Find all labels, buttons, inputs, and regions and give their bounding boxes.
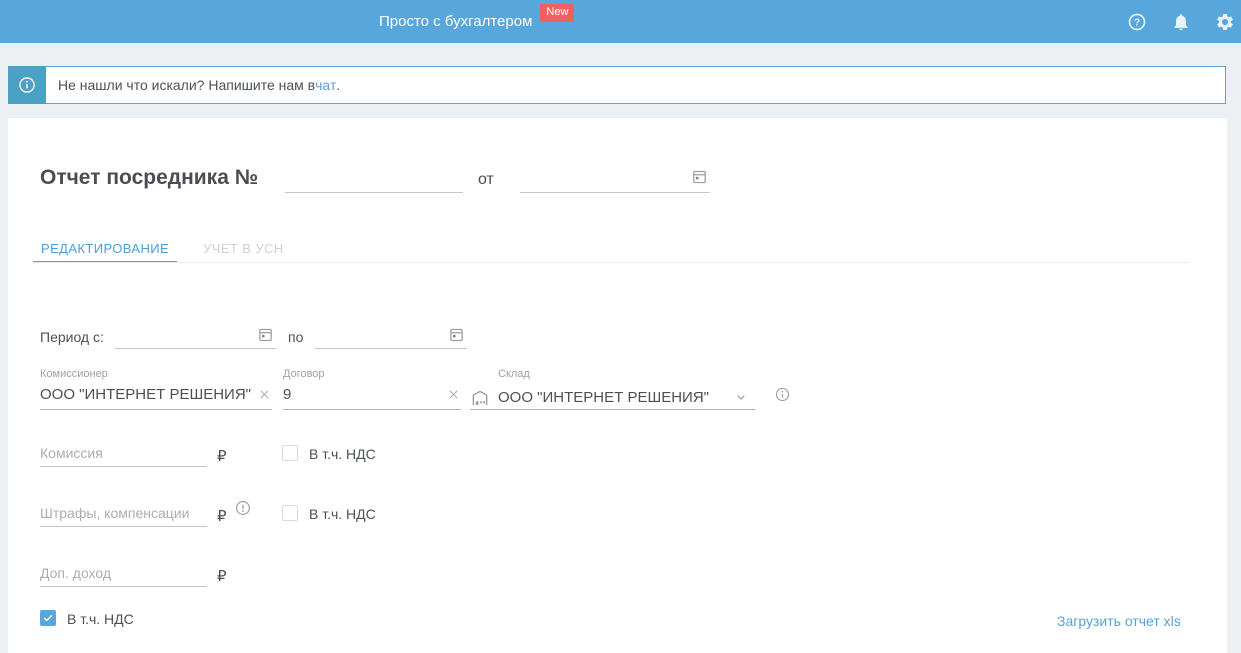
period-from-input[interactable]	[115, 327, 276, 349]
info-banner-accent	[8, 66, 46, 104]
header-actions: ?	[1127, 0, 1235, 43]
upload-xls-link[interactable]: Загрузить отчет xls	[1057, 613, 1181, 629]
svg-text:?: ?	[1134, 17, 1140, 28]
ruble-sign: ₽	[217, 567, 227, 585]
tab-editing[interactable]: РЕДАКТИРОВАНИЕ	[33, 241, 178, 263]
contract-label: Договор	[283, 368, 325, 380]
gear-icon[interactable]	[1215, 12, 1235, 32]
period-label: Период с:	[40, 329, 104, 345]
warehouse-select[interactable]: ООО "ИНТЕРНЕТ РЕШЕНИЯ"	[470, 386, 755, 410]
info-banner-text: Не нашли что искали? Напишите нам в чат.	[46, 66, 1226, 104]
commissioner-field: Комиссионер	[40, 368, 272, 410]
extra-income-input[interactable]	[40, 565, 207, 587]
total-vat-checkbox[interactable]	[40, 610, 56, 626]
commission-vat-checkbox[interactable]	[282, 445, 298, 461]
ruble-sign: ₽	[217, 507, 227, 525]
commission-vat-label: В т.ч. НДС	[309, 446, 376, 462]
penalties-vat-checkbox[interactable]	[282, 505, 298, 521]
check-icon	[43, 615, 53, 622]
info-banner: Не нашли что искали? Напишите нам в чат.	[8, 66, 1226, 104]
warehouse-icon	[472, 390, 488, 405]
period-from-field	[115, 327, 276, 349]
warehouse-value: ООО "ИНТЕРНЕТ РЕШЕНИЯ"	[498, 389, 709, 406]
chevron-down-icon[interactable]	[733, 389, 749, 405]
warehouse-label: Склад	[498, 368, 530, 380]
tabs-divider	[33, 262, 1190, 263]
chat-link[interactable]: чат	[315, 77, 336, 93]
penalties-input[interactable]	[40, 505, 207, 527]
app-title: Просто с бухгалтером	[379, 13, 533, 30]
commissioner-input[interactable]	[40, 386, 272, 403]
info-icon	[19, 77, 35, 93]
page-title: Отчет посредника №	[40, 166, 259, 189]
tab-bar: РЕДАКТИРОВАНИЕ УЧЕТ В УСН	[33, 241, 292, 263]
calendar-icon[interactable]	[448, 326, 465, 343]
commissioner-label: Комиссионер	[40, 368, 108, 380]
report-date-input[interactable]	[520, 170, 710, 193]
warehouse-info-icon[interactable]	[774, 386, 791, 403]
report-date-prefix: от	[478, 171, 494, 188]
report-card: Отчет посредника № от РЕДАКТИРОВАНИЕ УЧЕ…	[8, 118, 1227, 653]
contract-field: Договор	[283, 368, 461, 410]
warning-icon[interactable]	[234, 499, 252, 517]
calendar-icon[interactable]	[257, 326, 274, 343]
help-icon[interactable]: ?	[1127, 12, 1147, 32]
banner-text-before: Не нашли что искали? Напишите нам в	[58, 77, 316, 93]
total-vat-label: В т.ч. НДС	[67, 611, 134, 627]
bell-icon[interactable]	[1171, 12, 1191, 32]
clear-icon[interactable]	[257, 387, 272, 402]
period-to-input[interactable]	[315, 327, 467, 349]
new-badge: New	[540, 3, 575, 22]
period-to-label: по	[288, 329, 304, 345]
penalties-vat-label: В т.ч. НДС	[309, 506, 376, 522]
period-to-field	[315, 327, 467, 349]
report-number-input[interactable]	[285, 170, 463, 193]
report-date-field	[520, 170, 710, 193]
banner-text-after: .	[336, 77, 341, 93]
clear-icon[interactable]	[446, 387, 461, 402]
warehouse-field: Склад ООО "ИНТЕРНЕТ РЕШЕНИЯ"	[470, 368, 755, 410]
contract-input[interactable]	[283, 386, 461, 403]
tab-usn-accounting[interactable]: УЧЕТ В УСН	[195, 241, 291, 263]
calendar-icon[interactable]	[691, 168, 708, 185]
ruble-sign: ₽	[217, 447, 227, 465]
app-header: Просто с бухгалтером New ?	[0, 0, 1241, 43]
commission-input[interactable]	[40, 445, 207, 467]
app-title-wrap: Просто с бухгалтером New	[379, 0, 575, 43]
